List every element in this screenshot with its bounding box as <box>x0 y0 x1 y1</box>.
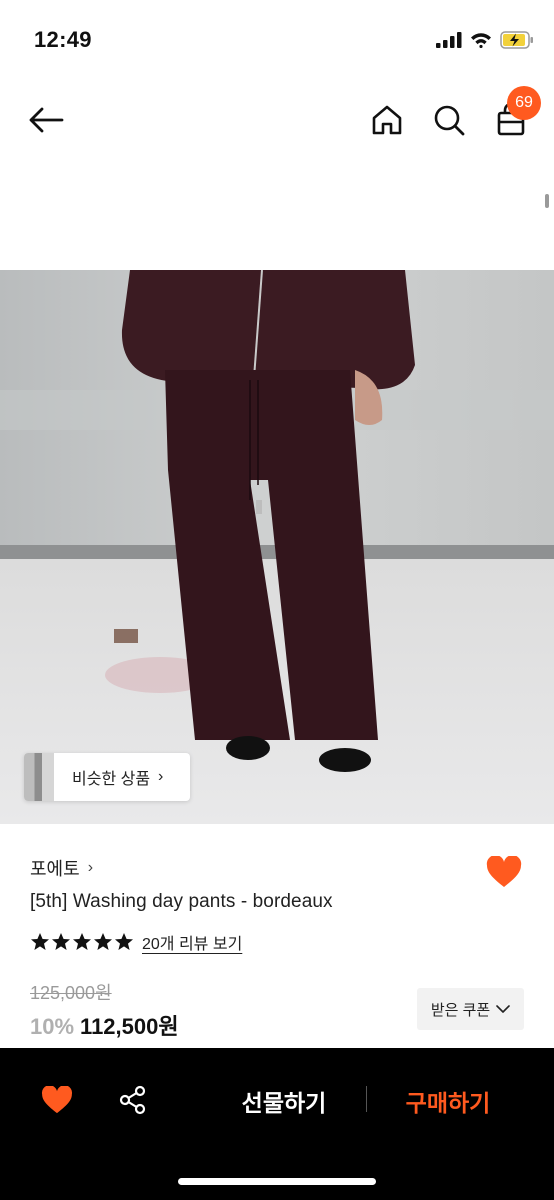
back-button[interactable] <box>24 98 68 142</box>
brand-link[interactable]: 포에토 › <box>30 855 93 881</box>
star-icon <box>115 933 133 950</box>
nav-bar: 69 <box>0 80 554 160</box>
status-time: 12:49 <box>34 27 92 52</box>
share-icon <box>119 1085 146 1115</box>
product-photo <box>0 270 554 824</box>
discount-rate: 10% <box>30 1014 75 1039</box>
share-button[interactable] <box>113 1080 153 1120</box>
home-icon <box>372 105 402 135</box>
scroll-indicator[interactable] <box>545 194 549 208</box>
similar-products-button[interactable]: 비슷한 상품 › <box>24 753 190 801</box>
bottom-wishlist-button[interactable] <box>38 1080 76 1120</box>
back-arrow-icon <box>29 107 64 133</box>
buy-button[interactable]: 구매하기 <box>392 1084 504 1118</box>
heart-icon <box>41 1086 73 1114</box>
chevron-right-icon: › <box>158 768 164 785</box>
rating-row: 20개 리뷰 보기 <box>30 930 242 954</box>
star-icon <box>73 933 91 950</box>
bottom-action-bar: 선물하기 구매하기 <box>0 1048 554 1200</box>
similar-products-label: 비슷한 상품 <box>72 771 151 788</box>
review-link[interactable]: 20개 리뷰 보기 <box>142 930 242 954</box>
bottom-bar-divider <box>366 1086 367 1112</box>
product-image[interactable]: 비슷한 상품 › <box>0 270 554 824</box>
home-indicator <box>178 1178 376 1185</box>
home-button[interactable] <box>365 98 409 142</box>
gift-button[interactable]: 선물하기 <box>225 1084 343 1118</box>
similar-product-thumbnail <box>24 753 54 801</box>
sale-price: 112,500원 <box>80 1014 179 1039</box>
brand-chevron-icon: › <box>87 859 94 876</box>
brand-name: 포에토 <box>30 859 80 879</box>
original-price: 125,000원 <box>30 983 112 1003</box>
battery-icon <box>500 31 533 49</box>
coupon-label: 받은 쿠폰 <box>430 1001 491 1019</box>
search-icon <box>434 105 465 136</box>
search-button[interactable] <box>427 98 471 142</box>
cart-button[interactable]: 69 <box>489 86 541 142</box>
rating-stars <box>30 932 134 952</box>
star-icon <box>94 933 112 950</box>
status-bar: 12:49 <box>0 0 554 80</box>
heart-icon <box>486 856 522 887</box>
status-icons <box>436 28 534 52</box>
cart-count-badge: 69 <box>507 86 541 120</box>
chevron-down-icon <box>496 1005 510 1013</box>
signal-icon <box>436 32 462 48</box>
star-icon <box>31 933 49 950</box>
product-title: [5th] Washing day pants - bordeaux <box>30 891 333 912</box>
coupon-button[interactable]: 받은 쿠폰 <box>417 988 524 1030</box>
price-row: 10% 112,500원 <box>30 1009 179 1041</box>
wishlist-button[interactable] <box>484 852 524 892</box>
wifi-icon <box>471 33 491 48</box>
star-icon <box>52 933 70 950</box>
